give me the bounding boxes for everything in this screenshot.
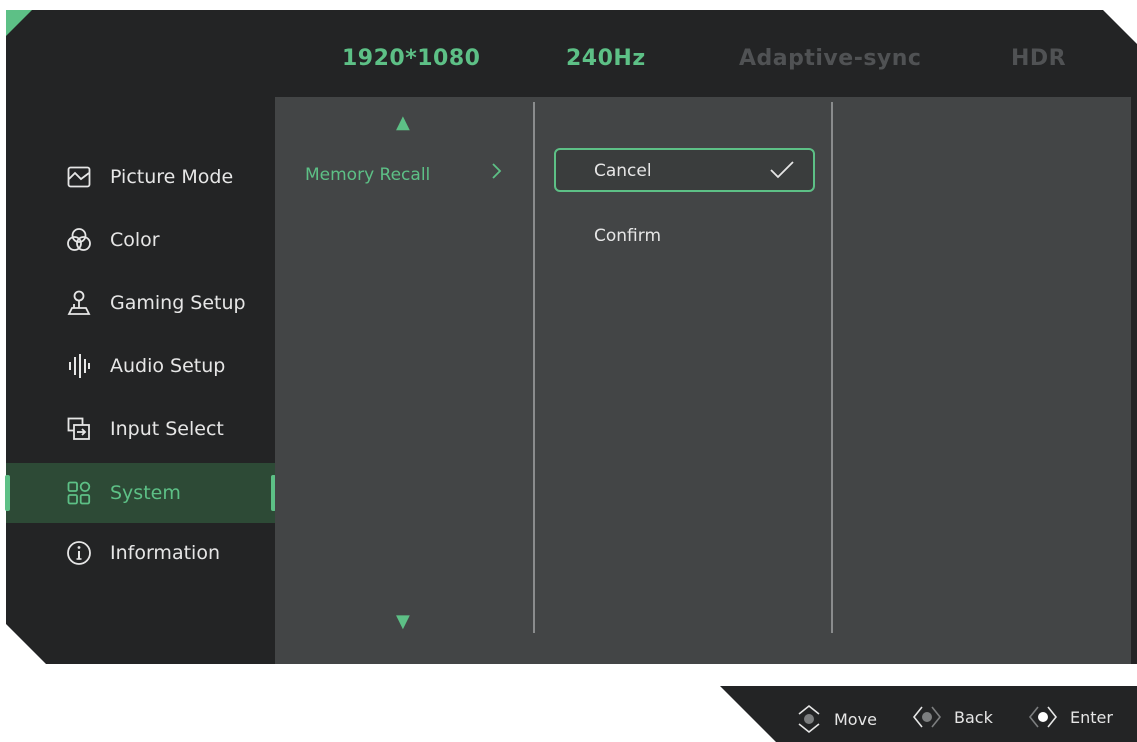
control-hints: Move Back Enter <box>720 686 1137 742</box>
scroll-down-arrow-icon[interactable]: ▼ <box>396 611 410 632</box>
menu-item-label: Picture Mode <box>110 166 234 188</box>
hint-label: Move <box>834 709 877 729</box>
menu-item-color[interactable]: Color <box>6 210 275 270</box>
menu-item-audio-setup[interactable]: Audio Setup <box>6 336 275 396</box>
menu-item-information[interactable]: Information <box>6 523 275 583</box>
menu-item-label: Gaming Setup <box>110 292 246 314</box>
main-menu: Picture Mode Color Gaming Setup Audio Se… <box>5 97 276 664</box>
menu-item-system[interactable]: System <box>5 463 276 523</box>
option-label: Cancel <box>594 161 652 181</box>
adaptive-sync-status: Adaptive-sync <box>739 46 922 71</box>
refresh-rate-status: 240Hz <box>566 46 646 71</box>
content-panel: ▲ Memory Recall ▼ Cancel Confirm <box>275 97 1131 664</box>
input-icon <box>66 416 92 442</box>
resolution-status: 1920*1080 <box>342 46 481 71</box>
checkmark-icon <box>769 159 795 186</box>
hdr-status: HDR <box>1011 46 1067 71</box>
hint-back: Back <box>912 704 993 730</box>
hint-enter: Enter <box>1028 704 1113 730</box>
move-icon <box>798 704 820 734</box>
menu-item-input-select[interactable]: Input Select <box>6 399 275 459</box>
hint-label: Back <box>954 707 993 727</box>
menu-item-gaming-setup[interactable]: Gaming Setup <box>6 273 275 333</box>
picture-icon <box>66 164 92 190</box>
chevron-right-icon <box>491 161 503 186</box>
menu-item-label: System <box>110 482 181 504</box>
hint-label: Enter <box>1070 707 1113 727</box>
color-icon <box>66 227 92 253</box>
enter-icon <box>1028 706 1058 728</box>
audio-icon <box>66 353 92 379</box>
menu-item-label: Color <box>110 229 160 251</box>
column-divider <box>533 102 535 633</box>
menu-item-label: Audio Setup <box>110 355 226 377</box>
submenu-item-memory-recall[interactable]: Memory Recall <box>305 165 430 185</box>
hint-move: Move <box>796 704 877 734</box>
scroll-up-arrow-icon[interactable]: ▲ <box>396 112 410 133</box>
active-indicator-left <box>5 475 10 511</box>
option-confirm[interactable]: Confirm <box>594 226 661 246</box>
option-cancel[interactable]: Cancel <box>554 148 815 192</box>
grid-icon <box>66 480 92 506</box>
joystick-icon <box>66 290 92 316</box>
menu-item-label: Information <box>110 542 220 564</box>
column-divider <box>831 102 833 633</box>
menu-item-label: Input Select <box>110 418 224 440</box>
info-icon <box>66 540 92 566</box>
status-bar: 1920*1080 240Hz Adaptive-sync HDR <box>275 27 1137 97</box>
menu-item-picture-mode[interactable]: Picture Mode <box>6 147 275 207</box>
back-icon <box>912 706 942 728</box>
